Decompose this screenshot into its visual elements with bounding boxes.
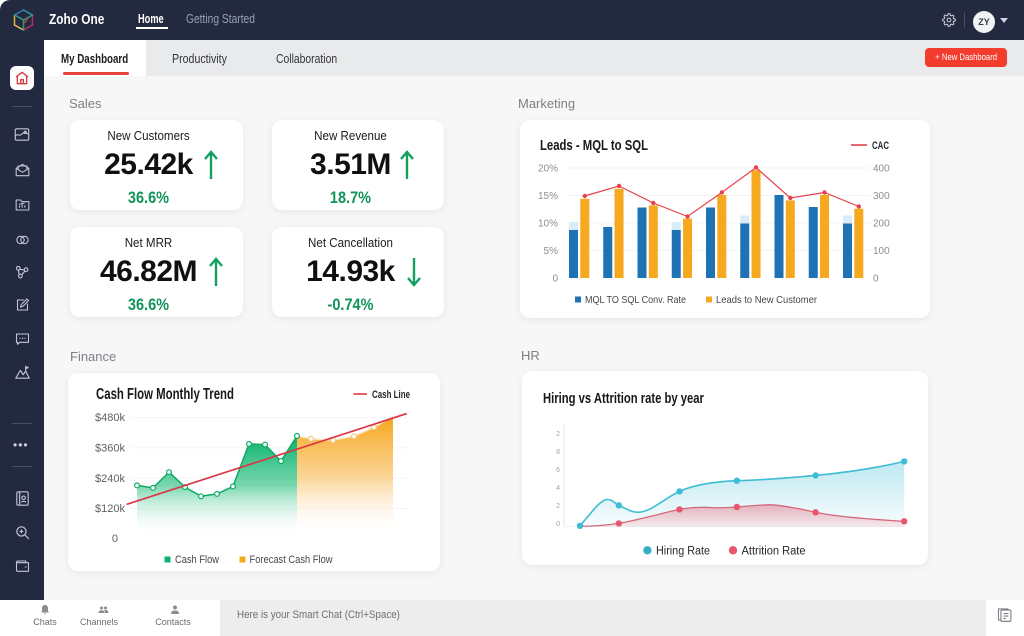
svg-text:Cash Flow: Cash Flow [175, 554, 219, 566]
svg-text:$240k: $240k [95, 473, 125, 485]
svg-text:5%: 5% [544, 246, 559, 257]
svg-text:4: 4 [556, 485, 560, 492]
svg-text:0: 0 [556, 521, 560, 528]
svg-text:MQL TO SQL Conv. Rate: MQL TO SQL Conv. Rate [585, 294, 686, 306]
svg-text:8: 8 [556, 449, 560, 456]
svg-text:Attrition Rate: Attrition Rate [742, 546, 806, 558]
svg-text:Leads to New Customer: Leads to New Customer [716, 294, 817, 306]
svg-text:300: 300 [873, 191, 890, 202]
svg-text:0: 0 [112, 533, 118, 545]
svg-text:10%: 10% [538, 219, 558, 230]
svg-text:0: 0 [873, 274, 879, 285]
svg-text:200: 200 [873, 219, 890, 230]
svg-text:$120k: $120k [95, 503, 125, 515]
svg-text:2: 2 [556, 503, 560, 510]
svg-text:15%: 15% [538, 191, 558, 202]
svg-text:2: 2 [556, 431, 560, 438]
svg-text:0: 0 [552, 274, 558, 285]
svg-text:Hiring Rate: Hiring Rate [656, 546, 710, 558]
svg-text:6: 6 [556, 467, 560, 474]
svg-text:400: 400 [873, 164, 890, 175]
svg-text:Cash Line: Cash Line [372, 389, 410, 401]
svg-text:$480k: $480k [95, 412, 125, 424]
svg-text:Forecast Cash Flow: Forecast Cash Flow [250, 554, 333, 566]
svg-text:20%: 20% [538, 164, 558, 175]
svg-text:100: 100 [873, 246, 890, 257]
svg-text:$360k: $360k [95, 443, 125, 455]
svg-text:CAC: CAC [872, 140, 889, 152]
